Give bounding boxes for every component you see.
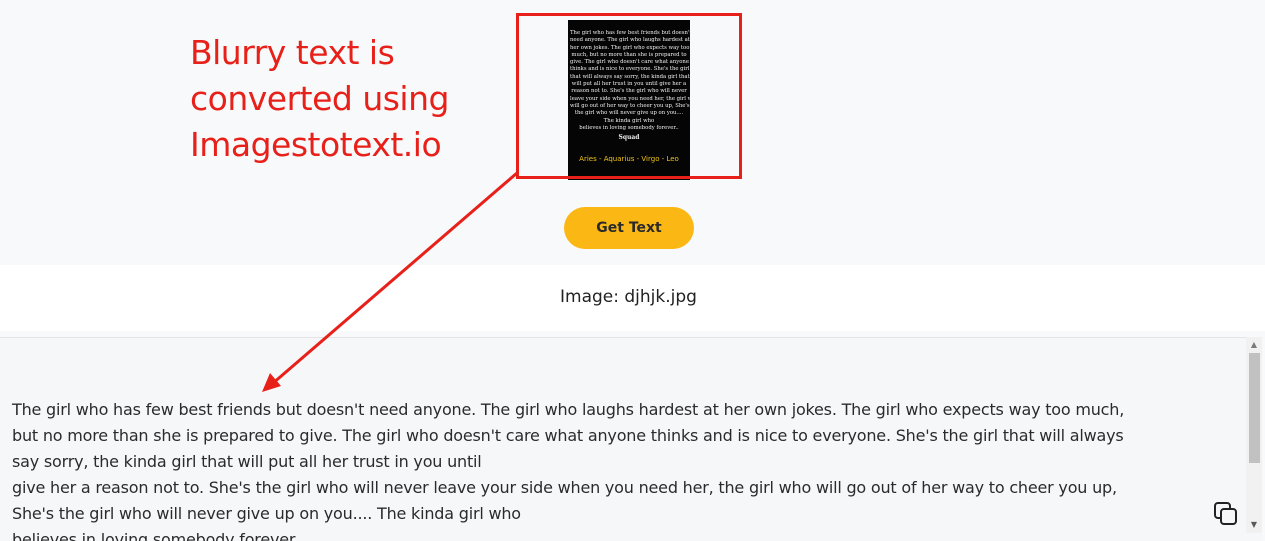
image-file-name: Image: djhjk.jpg — [560, 287, 697, 307]
annotation-highlight-box — [516, 13, 742, 179]
scroll-down-icon[interactable]: ▼ — [1246, 519, 1262, 531]
scroll-up-icon[interactable]: ▲ — [1246, 339, 1262, 351]
annotation-line: Imagestotext.io — [190, 125, 442, 164]
copy-icon[interactable] — [1213, 501, 1239, 527]
annotation-line: Blurry text is — [190, 33, 395, 72]
annotation-line: converted using — [190, 79, 449, 118]
annotation-text: Blurry text is converted using Imagestot… — [190, 30, 490, 168]
extracted-text-output[interactable]: The girl who has few best friends but do… — [0, 337, 1262, 541]
result-scrollbar[interactable]: ▲ ▼ — [1246, 337, 1262, 533]
scrollbar-thumb[interactable] — [1249, 353, 1260, 463]
extracted-text[interactable]: The girl who has few best friends but do… — [12, 397, 1212, 541]
get-text-button[interactable]: Get Text — [564, 207, 694, 249]
